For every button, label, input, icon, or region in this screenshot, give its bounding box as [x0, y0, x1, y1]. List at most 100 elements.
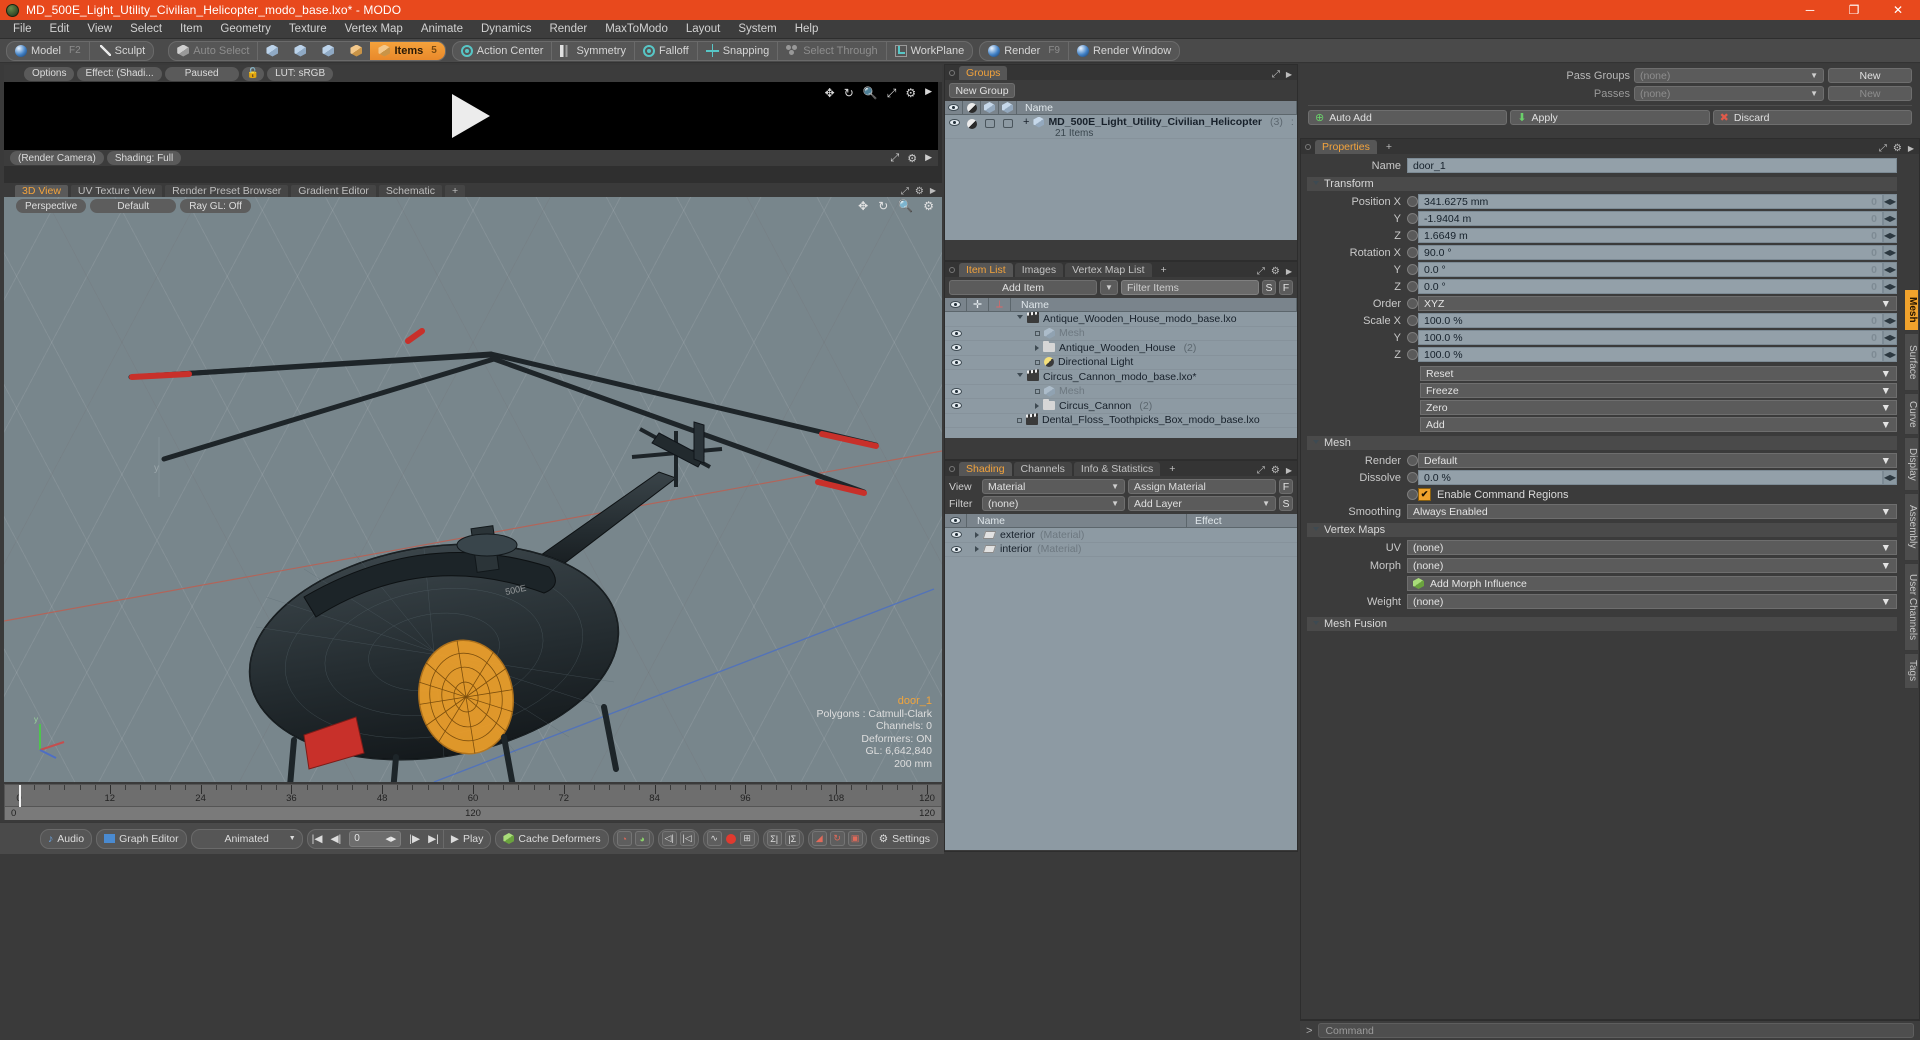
items-select-button[interactable]: Items 5 — [370, 41, 445, 60]
menu-item-maxtomodo[interactable]: MaxToModo — [596, 20, 677, 39]
eye-icon[interactable] — [948, 119, 960, 126]
render-camera-button[interactable]: (Render Camera) — [10, 151, 104, 165]
scale-x-nudge-icon[interactable]: ◀▶ — [1883, 313, 1897, 328]
y-nudge-icon[interactable]: ◀▶ — [1883, 211, 1897, 226]
y-knob-icon[interactable] — [1407, 264, 1418, 275]
table-row[interactable]: Antique_Wooden_House (2) — [945, 341, 1297, 356]
zero-key-icon[interactable]: 0 — [1871, 230, 1877, 242]
play-triangle-icon[interactable] — [452, 94, 490, 138]
eye-icon[interactable] — [950, 387, 962, 395]
z-field[interactable]: 0.0 ° 0 — [1418, 279, 1883, 294]
rotation-x-nudge-icon[interactable]: ◀▶ — [1883, 245, 1897, 260]
side-tab-curve[interactable]: Curve — [1904, 393, 1919, 435]
y-field[interactable]: -1.9404 m 0 — [1418, 211, 1883, 226]
assign-material-f-button[interactable]: F — [1279, 479, 1293, 494]
panel-dot-icon[interactable] — [949, 70, 955, 76]
y-knob-icon[interactable] — [1407, 213, 1418, 224]
audio-button[interactable]: ♪ Audio — [41, 830, 91, 848]
range-in-icon[interactable]: Σ| — [766, 831, 782, 846]
menu-item-file[interactable]: File — [4, 20, 41, 39]
minimize-button[interactable]: ─ — [1788, 0, 1832, 20]
expand-icon[interactable]: ⤢ — [887, 86, 897, 101]
tab-vertex-map-list[interactable]: Vertex Map List — [1065, 263, 1152, 277]
command-regions-knob-icon[interactable] — [1407, 489, 1418, 500]
expand-icon[interactable]: ⤢ — [1272, 69, 1280, 80]
table-row[interactable]: + MD_500E_Light_Utility_Civilian_Helicop… — [945, 115, 1297, 139]
axis-column-header[interactable]: ⟂ — [989, 297, 1011, 312]
render-knob-icon[interactable] — [1407, 455, 1418, 466]
z-knob-icon[interactable] — [1407, 349, 1418, 360]
chevron-right-icon[interactable] — [975, 546, 979, 553]
reset-dropdown[interactable]: Reset ▼ — [1420, 366, 1897, 381]
zero-key-icon[interactable]: 0 — [1871, 213, 1877, 225]
falloff-button[interactable]: Falloff — [635, 42, 697, 60]
step-back-icon[interactable]: ◀| — [326, 830, 345, 848]
zero-key-icon[interactable]: 0 — [1871, 264, 1877, 276]
graph-editor-button[interactable]: Graph Editor — [97, 830, 186, 848]
y-field[interactable]: 0.0 ° 0 — [1418, 262, 1883, 277]
menu-item-select[interactable]: Select — [121, 20, 171, 39]
shade-column-header[interactable] — [963, 100, 981, 115]
timeline[interactable]: 0 12 24 36 48 60 72 84 96 108 120 0 120 120 — [4, 784, 942, 820]
select-through-button[interactable]: Select Through — [778, 42, 885, 60]
gear-icon[interactable]: ⚙ — [1893, 143, 1902, 154]
add-column-header[interactable]: ✛ — [967, 297, 989, 312]
eye-icon[interactable] — [950, 531, 962, 539]
groups-list-body[interactable]: + MD_500E_Light_Utility_Civilian_Helicop… — [945, 115, 1297, 240]
name-field[interactable]: door_1 — [1407, 158, 1897, 173]
filter-f-button[interactable]: F — [1279, 280, 1293, 295]
y-nudge-icon[interactable]: ◀▶ — [1883, 330, 1897, 345]
zero-dropdown[interactable]: Zero ▼ — [1420, 400, 1897, 415]
chevron-right-icon[interactable]: ▶ — [1286, 70, 1292, 79]
dissolve-field[interactable]: 0.0 % — [1418, 470, 1883, 485]
zero-key-icon[interactable]: 0 — [1871, 247, 1877, 259]
skip-start-icon[interactable]: |◀ — [308, 830, 327, 848]
z-field[interactable]: 100.0 % 0 — [1418, 347, 1883, 362]
action-center-button[interactable]: Action Center — [453, 42, 552, 60]
record-icon[interactable] — [725, 833, 736, 844]
name-column-header[interactable]: Name — [1011, 297, 1297, 312]
table-row[interactable]: Circus_Cannon (2) — [945, 399, 1297, 414]
apply-button[interactable]: ⬇ Apply — [1510, 110, 1710, 125]
viewport-perspective-button[interactable]: Perspective — [16, 199, 87, 213]
key-prev-icon[interactable]: ◁| — [661, 831, 677, 846]
cube-toggle-icon[interactable] — [985, 119, 995, 128]
name-column-header[interactable]: Name — [967, 513, 1187, 528]
render-preview-canvas[interactable]: ✥ ↻ 🔍 ⤢ ⚙ ▶ — [4, 82, 938, 150]
render-button[interactable]: Render F9 — [980, 42, 1068, 60]
chevron-right-icon[interactable]: ▶ — [930, 186, 936, 197]
table-row[interactable]: Mesh — [945, 327, 1297, 341]
menu-item-animate[interactable]: Animate — [412, 20, 472, 39]
side-tab-surface[interactable]: Surface — [1904, 333, 1919, 391]
viewport-3d[interactable]: y 500E Perspective Default Ray GL: Off ✥… — [4, 197, 942, 782]
table-row[interactable]: Directional Light — [945, 356, 1297, 370]
cube2-column-header[interactable] — [999, 100, 1017, 115]
cache-deformers-button[interactable]: Cache Deformers — [496, 830, 607, 848]
chevron-right-icon[interactable] — [975, 531, 979, 538]
viewport-tab-schematic[interactable]: Schematic — [377, 184, 443, 197]
expand-icon[interactable]: ⤢ — [901, 186, 909, 197]
tab-add[interactable]: + — [1379, 140, 1399, 154]
viewport-tab-3d-view[interactable]: 3D View — [14, 184, 69, 197]
menu-item-help[interactable]: Help — [786, 20, 828, 39]
gear-icon[interactable]: ⚙ — [915, 186, 924, 197]
table-row[interactable]: Mesh — [945, 385, 1297, 399]
viewport-tab-gradient-editor[interactable]: Gradient Editor — [290, 184, 377, 197]
scale-x-knob-icon[interactable] — [1407, 315, 1418, 326]
z-nudge-icon[interactable]: ◀▶ — [1883, 347, 1897, 362]
smoothing-dropdown[interactable]: Always Enabled ▼ — [1407, 504, 1897, 519]
command-input[interactable]: Command — [1318, 1023, 1914, 1038]
dissolve-knob-icon[interactable] — [1407, 472, 1418, 483]
zero-key-icon[interactable]: 0 — [1871, 315, 1877, 327]
shading-list-body[interactable]: exterior (Material) interior (Material) — [945, 528, 1297, 850]
eye-icon[interactable] — [950, 402, 962, 410]
gear-icon[interactable]: ⚙ — [907, 152, 917, 165]
mesh-fusion-section-header[interactable]: Mesh Fusion — [1307, 617, 1897, 631]
timeline-range-row[interactable]: 0 120 120 — [5, 807, 941, 820]
chevron-right-icon[interactable] — [1035, 344, 1039, 351]
render-window-button[interactable]: Render Window — [1069, 42, 1179, 60]
move-icon[interactable]: ✥ — [858, 199, 868, 213]
z-knob-icon[interactable] — [1407, 281, 1418, 292]
symmetry-button[interactable]: Symmetry — [552, 42, 634, 60]
timeline-ticks[interactable]: 01224364860728496108120 — [5, 785, 941, 807]
